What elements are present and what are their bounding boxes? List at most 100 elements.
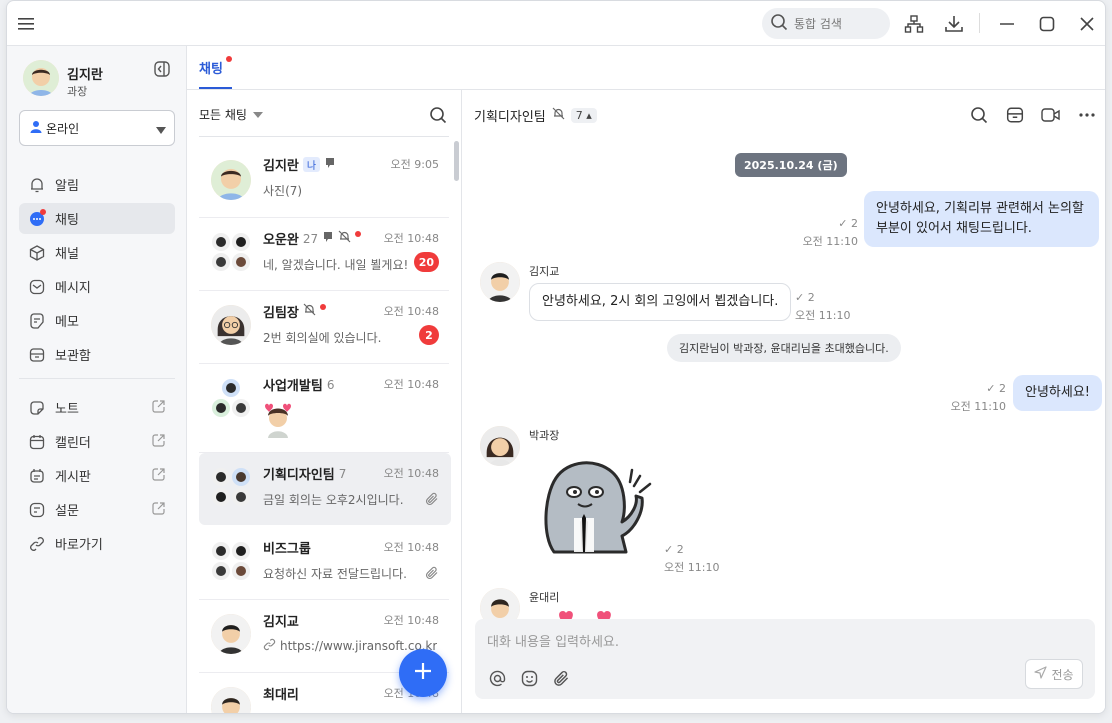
bell-icon (29, 177, 45, 193)
avatar[interactable] (23, 60, 59, 96)
group-avatar (212, 233, 250, 271)
sidebar-item-survey[interactable]: 설문 (19, 494, 175, 525)
attachment-icon[interactable] (551, 668, 571, 688)
video-call-icon[interactable] (1040, 104, 1062, 126)
send-button[interactable]: 전송 (1025, 659, 1083, 689)
chat-filter-dropdown[interactable]: 모든 채팅 (199, 106, 263, 123)
room-name: 김지란 나 (263, 155, 336, 174)
mute-icon[interactable] (552, 107, 565, 124)
sidebar-item-label: 채널 (55, 247, 79, 262)
room-time: 오전 10:48 (383, 232, 439, 245)
me-tag: 나 (302, 157, 321, 172)
read-count: ✓ 2 (986, 382, 1006, 395)
sticker-thumbnail (265, 403, 291, 438)
message-meta: ✓ 2 오전 11:10 (792, 215, 858, 251)
avatar (480, 262, 520, 302)
message-text: 부분이 있어서 채팅드립니다. (876, 221, 1032, 236)
sidebar-item-note[interactable]: 노트 (19, 392, 175, 423)
chat-room-item[interactable]: 비즈그룹 오전 10:48 요청하신 자료 전달드립니다. (199, 527, 451, 599)
message-meta: ✓ 2 오전 11:10 (795, 289, 850, 325)
unread-dot (355, 230, 362, 237)
room-name: 최대리 (263, 688, 299, 703)
message-text: 안녕하세요, 2시 회의 고잉에서 뵙겠습니다. (542, 294, 779, 309)
group-avatar (212, 468, 250, 506)
archive-icon[interactable] (1004, 104, 1026, 126)
unread-badge: 20 (413, 252, 439, 272)
chat-room-item[interactable]: 김지란 나 오전 9:05 사진(7) (199, 144, 451, 216)
maximize-icon[interactable] (1036, 13, 1058, 35)
message-bubble-mine[interactable]: 안녕하세요! (1013, 375, 1103, 411)
board-icon (29, 468, 45, 484)
pin-icon (324, 157, 336, 173)
room-last-message: 사진(7) (263, 184, 303, 198)
conversation-panel: 기획디자인팀 7 ▴ 2025.10.24 (금) 안녕하세요, 기획리뷰 관련… (462, 90, 1105, 713)
message-meta: ✓ 2 오전 11:10 (942, 380, 1006, 416)
search-icon[interactable] (968, 104, 990, 126)
external-link-icon (152, 400, 165, 417)
chat-room-item-selected[interactable]: 기획디자인팀 7 오전 10:48 금일 회의는 오후2시입니다. (199, 453, 451, 525)
survey-icon (29, 502, 45, 518)
tab-active-indicator (199, 87, 232, 89)
sidebar-item-label: 메시지 (55, 281, 91, 296)
sidebar-item-label: 설문 (55, 504, 79, 519)
send-label: 전송 (1051, 667, 1074, 682)
titlebar-divider (979, 13, 980, 33)
message-input[interactable] (487, 631, 1007, 653)
unread-dot (319, 303, 326, 310)
org-chart-icon[interactable] (903, 13, 925, 35)
tab-unread-dot (226, 56, 232, 62)
memo-icon (29, 312, 45, 329)
sidebar-item-archive[interactable]: 보관함 (19, 339, 175, 370)
chat-room-item[interactable]: 사업개발팀 6 오전 10:48 (199, 364, 451, 452)
ghost-sticker[interactable] (534, 456, 654, 556)
room-time: 오전 10:48 (383, 305, 439, 318)
note-icon (29, 400, 45, 416)
sidebar-item-chat[interactable]: 채팅 (19, 203, 175, 234)
chevron-down-icon (252, 108, 263, 122)
attachment-icon (425, 491, 439, 510)
archive-icon (29, 347, 45, 363)
message-bubble-mine[interactable]: 안녕하세요, 기획리뷰 관련해서 논의할 부분이 있어서 채팅드립니다. (864, 191, 1099, 247)
room-name: 비즈그룹 (263, 542, 311, 557)
new-chat-button[interactable] (399, 649, 447, 697)
avatar (480, 426, 520, 466)
emoji-icon[interactable] (519, 668, 539, 688)
member-count-toggle[interactable]: 7 ▴ (570, 108, 597, 123)
message-time: 오전 11:10 (795, 309, 851, 322)
room-time: 오전 10:48 (383, 467, 439, 480)
user-status-icon (30, 120, 42, 136)
chat-room-item[interactable]: 오운완 27 오전 10:48 네, 알겠습니다. 내일 뵐게요! 20 (199, 218, 451, 290)
menu-icon[interactable] (17, 14, 37, 34)
sidebar-item-notifications[interactable]: 알림 (19, 169, 175, 200)
collapse-sidebar-icon[interactable] (153, 60, 171, 78)
more-icon[interactable] (1076, 104, 1098, 126)
message-bubble-theirs[interactable]: 안녕하세요, 2시 회의 고잉에서 뵙겠습니다. (529, 283, 792, 321)
scrollbar[interactable] (454, 141, 459, 181)
room-time: 오전 10:48 (383, 378, 439, 391)
tab-chat[interactable]: 채팅 (199, 58, 223, 77)
sender-name: 윤대리 (529, 591, 560, 604)
close-icon[interactable] (1076, 13, 1098, 35)
status-label: 온라인 (46, 121, 80, 136)
avatar (211, 614, 251, 654)
sidebar-item-board[interactable]: 게시판 (19, 460, 175, 491)
room-time: 오전 9:05 (390, 158, 439, 171)
read-count: ✓ 2 (664, 543, 684, 556)
download-icon[interactable] (943, 13, 965, 35)
mention-icon[interactable] (487, 668, 507, 688)
sidebar-item-message[interactable]: 메시지 (19, 271, 175, 302)
profile-title: 과장 (67, 85, 88, 98)
status-dropdown[interactable]: 온라인 (19, 110, 175, 146)
chat-room-item[interactable]: 김팀장 오전 10:48 2번 회의실에 있습니다. 2 (199, 291, 451, 363)
sidebar-item-label: 게시판 (55, 470, 91, 485)
room-name: 김팀장 (263, 302, 326, 321)
sidebar-item-shortcuts[interactable]: 바로가기 (19, 528, 175, 559)
sidebar-item-channel[interactable]: 채널 (19, 237, 175, 268)
sidebar-item-memo[interactable]: 메모 (19, 305, 175, 336)
sidebar-item-calendar[interactable]: 캘린더 (19, 426, 175, 457)
search-icon[interactable] (427, 104, 449, 126)
minimize-icon[interactable] (996, 13, 1018, 35)
global-search[interactable] (762, 8, 890, 39)
global-search-input[interactable] (794, 16, 874, 31)
chat-filter-label: 모든 채팅 (199, 108, 247, 122)
